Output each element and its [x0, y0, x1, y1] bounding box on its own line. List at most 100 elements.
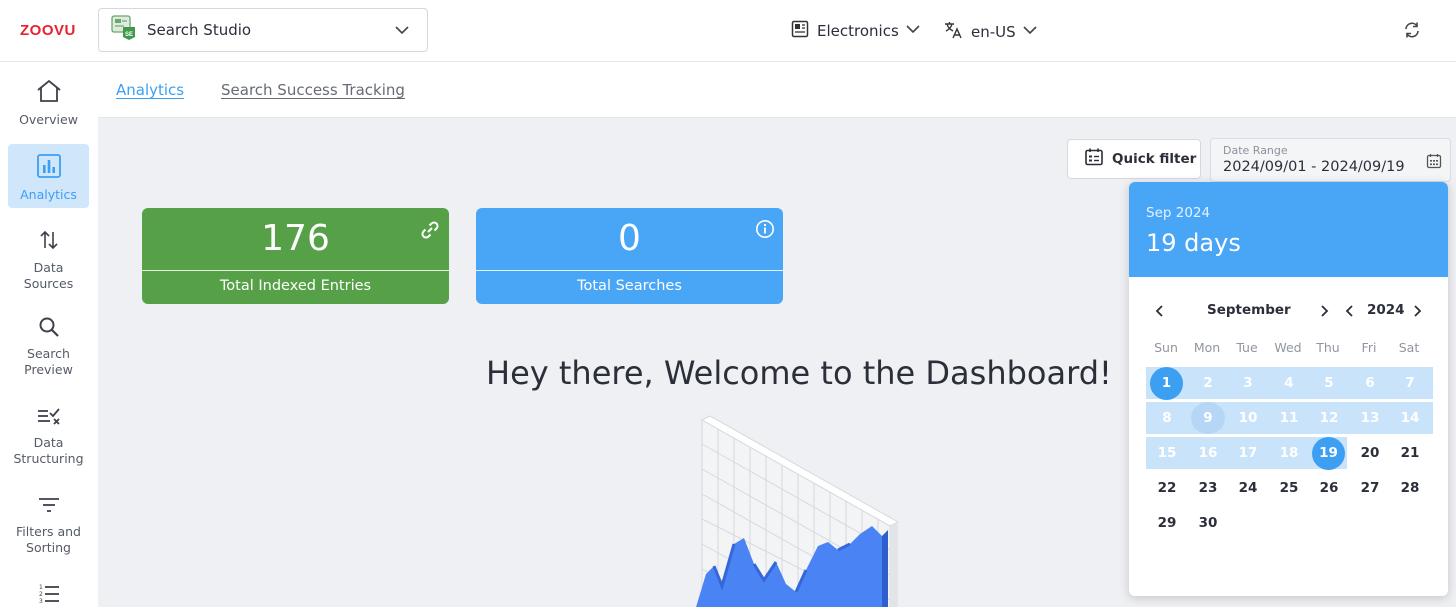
chevron-down-icon [1022, 22, 1038, 42]
welcome-heading: Hey there, Welcome to the Dashboard! [486, 354, 1112, 392]
calendar-header-month: Sep 2024 [1146, 205, 1211, 221]
total-searches-card: 0 Total Searches [476, 208, 783, 304]
card-caption: Total Indexed Entries [219, 278, 372, 294]
sidebar-item-analytics[interactable]: Analytics [8, 144, 89, 208]
calendar-day[interactable]: 23 [1191, 472, 1225, 504]
calendar-day[interactable]: 24 [1231, 472, 1265, 504]
list-check-icon [8, 405, 89, 431]
quick-filter-button[interactable]: Quick filter [1067, 139, 1201, 179]
card-value: 0 [618, 218, 641, 259]
calendar-day[interactable]: 28 [1393, 472, 1427, 504]
filter-icon [8, 494, 89, 520]
card-value: 176 [261, 218, 330, 259]
chevron-left-icon [1155, 305, 1163, 317]
sidebar-item-label: Data Structuring [13, 435, 84, 466]
calendar-day[interactable]: 6 [1353, 367, 1387, 399]
svg-text:1: 1 [39, 584, 43, 591]
chevron-down-icon [393, 21, 411, 43]
app-badge-text: SE [125, 32, 133, 38]
app-selector-label: Search Studio [147, 21, 252, 39]
sidebar-item-more[interactable]: 1 2 3 [8, 582, 89, 607]
calendar-day[interactable]: 20 [1353, 437, 1387, 469]
prev-month-button[interactable] [1154, 303, 1166, 322]
calendar-day[interactable]: 17 [1231, 437, 1265, 469]
calendar-day[interactable]: 4 [1272, 367, 1306, 399]
calendar-day[interactable]: 15 [1150, 437, 1184, 469]
chevron-right-icon [1321, 305, 1329, 317]
bar-chart-icon [8, 153, 89, 183]
sidebar-item-label: Analytics [20, 187, 77, 202]
translate-icon [943, 20, 963, 44]
calendar-icon[interactable] [1426, 153, 1442, 173]
calendar-day[interactable]: 21 [1393, 437, 1427, 469]
sidebar-item-overview[interactable]: Overview [8, 78, 89, 130]
sort-arrows-icon [8, 228, 89, 256]
sidebar-item-label: Filters and Sorting [16, 524, 81, 555]
sidebar-item-data-sources[interactable]: Data Sources [8, 228, 89, 291]
search-studio-app-icon: SE [111, 15, 137, 45]
quick-filter-label: Quick filter [1112, 151, 1197, 167]
date-range-field[interactable]: Date Range 2024/09/01 - 2024/09/19 [1210, 138, 1451, 182]
tab-search-success-tracking[interactable]: Search Success Tracking [221, 81, 405, 99]
home-icon [8, 78, 89, 108]
prev-year-button[interactable] [1344, 303, 1356, 322]
calendar-day[interactable]: 13 [1353, 402, 1387, 434]
weekday-label: Thu [1316, 340, 1340, 355]
locale-selector[interactable]: en-US [943, 20, 1038, 44]
tab-analytics[interactable]: Analytics [116, 81, 184, 99]
sidebar-item-label: Data Sources [23, 260, 74, 291]
card-divider [142, 270, 449, 271]
chevron-right-icon [1414, 305, 1422, 317]
calendar-day[interactable]: 3 [1231, 367, 1265, 399]
date-range-calendar: Sep 2024 19 days September 2024 Sun Mon Tu… [1129, 182, 1448, 596]
next-year-button[interactable] [1411, 303, 1423, 322]
locale-label: en-US [971, 23, 1016, 41]
zoovu-logo[interactable]: ZOOVU [20, 22, 76, 39]
sidebar-item-filters-and-sorting[interactable]: Filters and Sorting [8, 494, 89, 556]
sidebar-item-data-structuring[interactable]: Data Structuring [8, 405, 89, 467]
card-caption: Total Searches [577, 278, 682, 294]
calendar-day[interactable]: 29 [1150, 507, 1184, 539]
refresh-button[interactable] [1402, 20, 1422, 44]
calendar-day[interactable]: 19 [1312, 437, 1345, 470]
weekday-label: Mon [1193, 340, 1221, 355]
info-icon[interactable] [755, 219, 775, 243]
total-indexed-entries-card: 176 Total Indexed Entries [142, 208, 449, 304]
calendar-day[interactable]: 27 [1353, 472, 1387, 504]
calendar-day[interactable]: 8 [1150, 402, 1184, 434]
calendar-day[interactable]: 7 [1393, 367, 1427, 399]
catalog-icon [791, 20, 809, 42]
search-icon [8, 316, 89, 342]
date-range-value: 2024/09/01 - 2024/09/19 [1223, 159, 1405, 175]
weekday-label: Sun [1154, 340, 1178, 355]
calendar-day[interactable]: 10 [1231, 402, 1265, 434]
sidebar-item-label: Overview [19, 112, 78, 127]
svg-text:2: 2 [39, 591, 43, 598]
catalog-selector[interactable]: Electronics [791, 20, 921, 42]
top-header: ZOOVU SE Search Studio Electronics en-US [0, 0, 1456, 62]
sidebar-item-search-preview[interactable]: Search Preview [8, 316, 89, 378]
dashboard-illustration [688, 414, 908, 607]
calendar-day[interactable]: 18 [1272, 437, 1306, 469]
next-month-button[interactable] [1318, 303, 1330, 322]
calendar-filter-icon [1084, 147, 1104, 171]
calendar-day[interactable]: 2 [1191, 367, 1225, 399]
refresh-icon [1402, 22, 1422, 44]
weekday-label: Wed [1274, 340, 1302, 355]
calendar-day[interactable]: 12 [1312, 402, 1346, 434]
chevron-down-icon [905, 21, 921, 41]
calendar-day[interactable]: 9 [1191, 402, 1225, 434]
calendar-day[interactable]: 11 [1272, 402, 1306, 434]
calendar-month-label[interactable]: September [1207, 302, 1291, 318]
calendar-year-label[interactable]: 2024 [1367, 302, 1405, 318]
calendar-day[interactable]: 30 [1191, 507, 1225, 539]
calendar-day[interactable]: 26 [1312, 472, 1346, 504]
calendar-day[interactable]: 1 [1150, 367, 1183, 400]
link-icon[interactable] [419, 219, 441, 245]
calendar-day[interactable]: 5 [1312, 367, 1346, 399]
calendar-day[interactable]: 16 [1191, 437, 1225, 469]
calendar-day[interactable]: 25 [1272, 472, 1306, 504]
app-selector-dropdown[interactable]: SE Search Studio [98, 8, 428, 52]
calendar-day[interactable]: 22 [1150, 472, 1184, 504]
calendar-day[interactable]: 14 [1393, 402, 1427, 434]
